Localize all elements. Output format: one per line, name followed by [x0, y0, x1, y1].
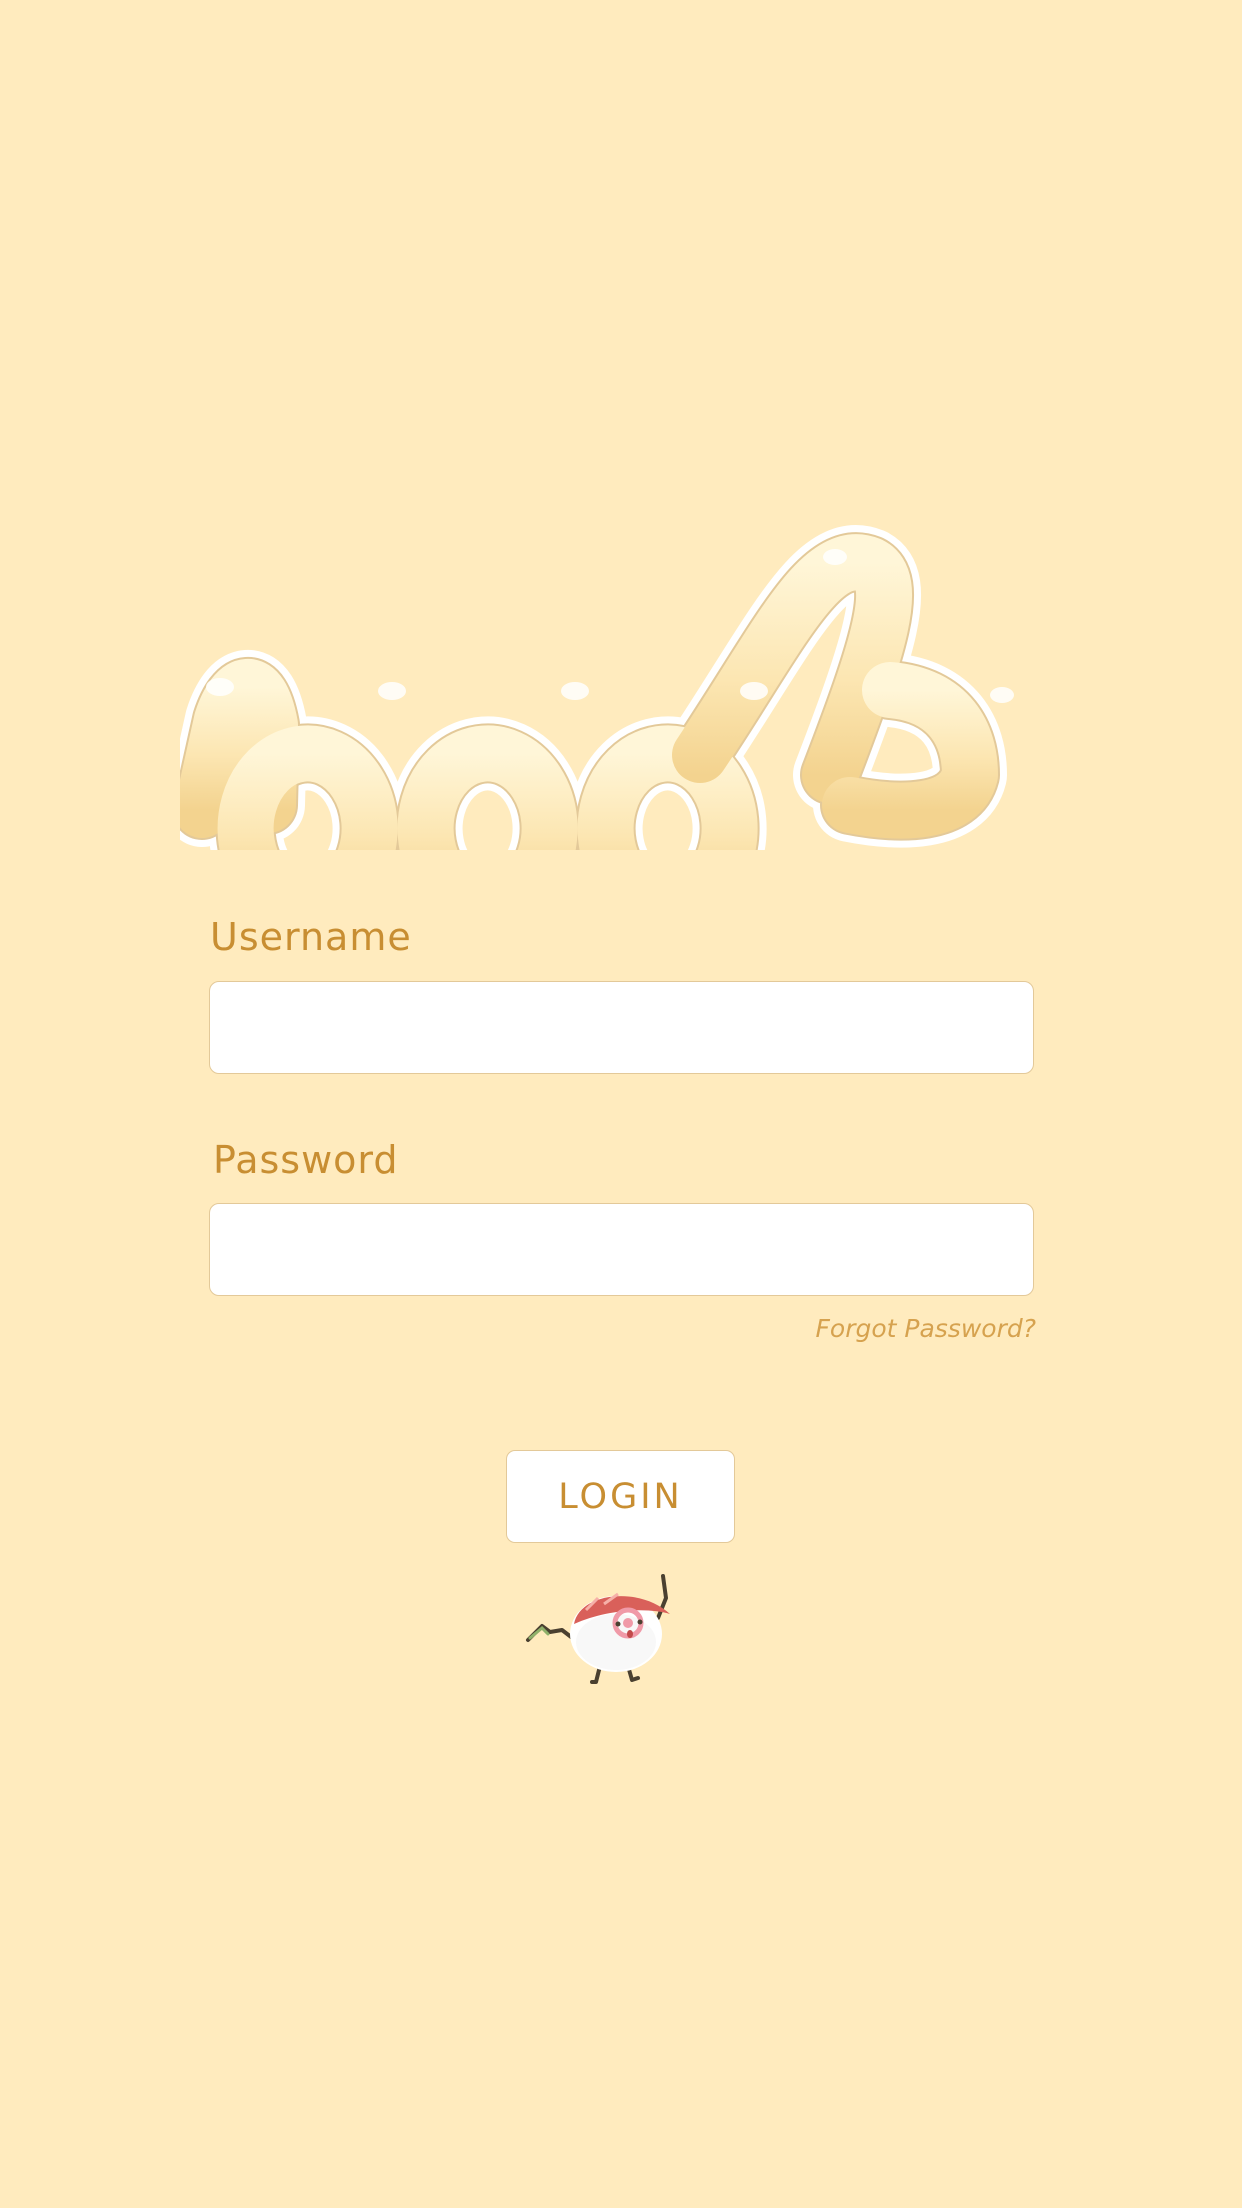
- login-button[interactable]: LOGIN: [506, 1450, 735, 1543]
- username-input[interactable]: [209, 981, 1034, 1074]
- password-label: Password: [213, 1138, 399, 1182]
- noods-logo: [180, 525, 1014, 850]
- forgot-password-link[interactable]: Forgot Password?: [816, 1316, 1036, 1341]
- password-input[interactable]: [209, 1203, 1034, 1296]
- username-label: Username: [210, 915, 412, 959]
- naruto-fishcake-mascot-icon: [526, 1574, 670, 1684]
